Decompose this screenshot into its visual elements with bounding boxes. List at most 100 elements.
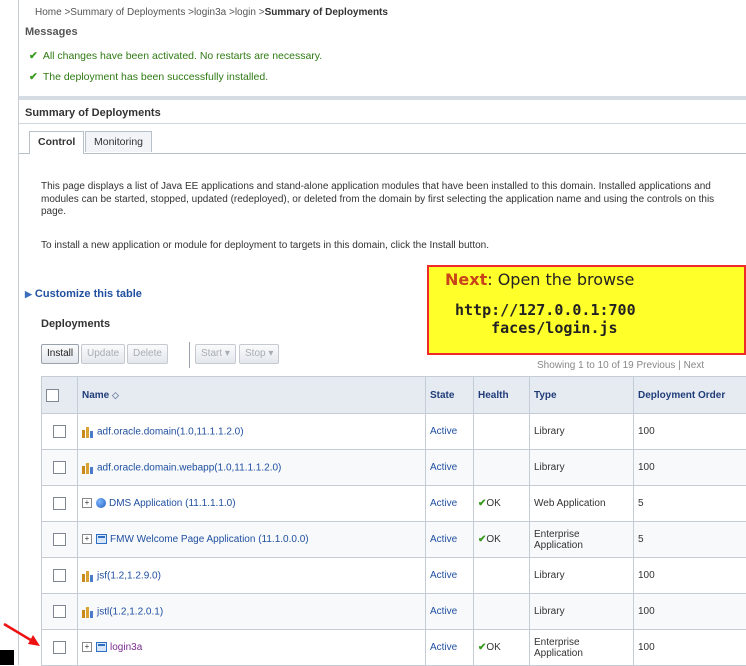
expand-triangle-icon: ▶: [25, 289, 32, 299]
state-text: Active: [430, 606, 457, 617]
table-row: jstl(1.2,1.2.0.1)ActiveLibrary100: [42, 594, 746, 630]
table-header-row: Name ◇ State Health Type Deployment Orde…: [42, 377, 746, 414]
stop-label: Stop: [245, 348, 266, 359]
name-column-header[interactable]: Name ◇: [78, 377, 426, 414]
table-row: adf.oracle.domain(1.0,11.1.1.2.0) Active L…: [42, 414, 746, 450]
row-checkbox[interactable]: [53, 605, 66, 618]
select-all-checkbox[interactable]: [46, 389, 59, 402]
state-text: Active: [430, 426, 457, 437]
breadcrumb-path[interactable]: Home >Summary of Deployments >login3a >l…: [35, 7, 265, 18]
health-cell: [474, 414, 530, 450]
deployment-name-link[interactable]: adf.oracle.domain.webapp(1.0,11.1.1.2.0): [97, 462, 281, 473]
health-text: OK: [486, 642, 500, 653]
row-checkbox[interactable]: [53, 569, 66, 582]
table-row: +login3aActive✔OKEnterprise Application1…: [42, 630, 746, 666]
order-cell: 100: [634, 414, 746, 450]
state-column-header[interactable]: State: [426, 377, 474, 414]
expand-plus-icon[interactable]: +: [82, 642, 92, 652]
type-cell: Web Application: [530, 486, 634, 522]
paging-status[interactable]: Showing 1 to 10 of 19 Previous | Next: [537, 360, 704, 371]
expand-plus-icon[interactable]: +: [82, 498, 92, 508]
order-cell: 5: [634, 486, 746, 522]
state-cell: Active: [426, 414, 474, 450]
tutorial-callout: Next: Open the browse http://127.0.0.1:7…: [427, 265, 746, 355]
tab-monitoring[interactable]: Monitoring: [85, 131, 152, 152]
deployment-name-link[interactable]: FMW Welcome Page Application (11.1.0.0.0…: [110, 534, 309, 545]
sort-icon[interactable]: ◇: [112, 390, 119, 400]
order-cell: 5: [634, 522, 746, 558]
state-cell: Active: [426, 522, 474, 558]
health-cell: ✔OK: [474, 522, 530, 558]
messages-title: Messages: [25, 26, 78, 38]
deployment-name-link[interactable]: login3a: [110, 642, 142, 653]
name-cell: adf.oracle.domain(1.0,11.1.1.2.0): [78, 414, 426, 450]
state-cell: Active: [426, 450, 474, 486]
callout-lead: Next: [445, 270, 487, 289]
web-app-icon: [96, 498, 106, 508]
page-title: Summary of Deployments: [19, 104, 746, 124]
order-cell: 100: [634, 630, 746, 666]
row-checkbox[interactable]: [53, 461, 66, 474]
page-description: This page displays a list of Java EE app…: [41, 181, 741, 219]
library-icon: [82, 462, 95, 474]
enterprise-app-icon: [96, 642, 107, 652]
health-cell: [474, 594, 530, 630]
name-cell: jstl(1.2,1.2.0.1): [78, 594, 426, 630]
tab-control[interactable]: Control: [29, 131, 84, 154]
stop-dropdown-button[interactable]: Stop ▾: [239, 344, 279, 364]
row-checkbox[interactable]: [53, 425, 66, 438]
row-select-cell: [42, 450, 78, 486]
name-cell: adf.oracle.domain.webapp(1.0,11.1.1.2.0): [78, 450, 426, 486]
row-select-cell: [42, 486, 78, 522]
row-checkbox[interactable]: [53, 497, 66, 510]
install-note: To install a new application or module f…: [41, 240, 489, 251]
name-cell: + login3a: [78, 630, 426, 666]
order-column-header[interactable]: Deployment Order: [634, 377, 746, 414]
breadcrumb[interactable]: Home >Summary of Deployments >login3a >l…: [35, 7, 388, 18]
order-cell: 100: [634, 450, 746, 486]
health-cell: ✔OK: [474, 630, 530, 666]
section-divider: [19, 96, 746, 100]
type-cell: Library: [530, 414, 634, 450]
type-cell: Library: [530, 558, 634, 594]
state-cell: Active: [426, 558, 474, 594]
expand-plus-icon[interactable]: +: [82, 534, 92, 544]
health-column-header[interactable]: Health: [474, 377, 530, 414]
start-dropdown-button[interactable]: Start ▾: [195, 344, 236, 364]
order-cell: 100: [634, 594, 746, 630]
chevron-down-icon: ▾: [225, 348, 230, 359]
chevron-down-icon: ▾: [268, 348, 273, 359]
deployment-name-link[interactable]: adf.oracle.domain(1.0,11.1.1.2.0): [97, 426, 244, 437]
name-cell: + FMW Welcome Page Application (11.1.0.0.…: [78, 522, 426, 558]
customize-label[interactable]: Customize this table: [35, 288, 142, 300]
state-cell: Active: [426, 630, 474, 666]
deployment-name-link[interactable]: DMS Application (11.1.1.1.0): [109, 498, 236, 509]
library-icon: [82, 426, 95, 438]
success-check-icon: ✔: [29, 71, 38, 83]
row-select-cell: [42, 414, 78, 450]
health-text: OK: [486, 498, 500, 509]
message-activated: ✔All changes have been activated. No res…: [29, 50, 322, 62]
row-checkbox[interactable]: [53, 533, 66, 546]
health-cell: [474, 450, 530, 486]
type-column-header[interactable]: Type: [530, 377, 634, 414]
table-row: jsf(1.2,1.2.9.0) Active Library100: [42, 558, 746, 594]
health-cell: ✔OK: [474, 486, 530, 522]
cursor-block: [0, 650, 14, 665]
row-select-cell: [42, 522, 78, 558]
install-button[interactable]: Install: [41, 344, 79, 364]
callout-url: http://127.0.0.1:700 faces/login.js: [455, 301, 636, 337]
deployment-name-link[interactable]: jstl(1.2,1.2.0.1): [97, 606, 163, 617]
order-cell: 100: [634, 558, 746, 594]
message-installed: ✔The deployment has been successfully in…: [29, 71, 268, 83]
breadcrumb-current: Summary of Deployments: [265, 7, 388, 18]
type-cell: Enterprise Application: [530, 522, 634, 558]
deployments-table-body: adf.oracle.domain(1.0,11.1.1.2.0) Active L…: [42, 414, 746, 666]
customize-table-link[interactable]: ▶Customize this table: [25, 288, 142, 300]
delete-button[interactable]: Delete: [127, 344, 168, 364]
table-row: +DMS Application (11.1.1.1.0)Active✔OKWe…: [42, 486, 746, 522]
library-icon: [82, 606, 95, 618]
update-button[interactable]: Update: [81, 344, 125, 364]
start-label: Start: [201, 348, 222, 359]
deployment-name-link[interactable]: jsf(1.2,1.2.9.0): [97, 570, 161, 581]
